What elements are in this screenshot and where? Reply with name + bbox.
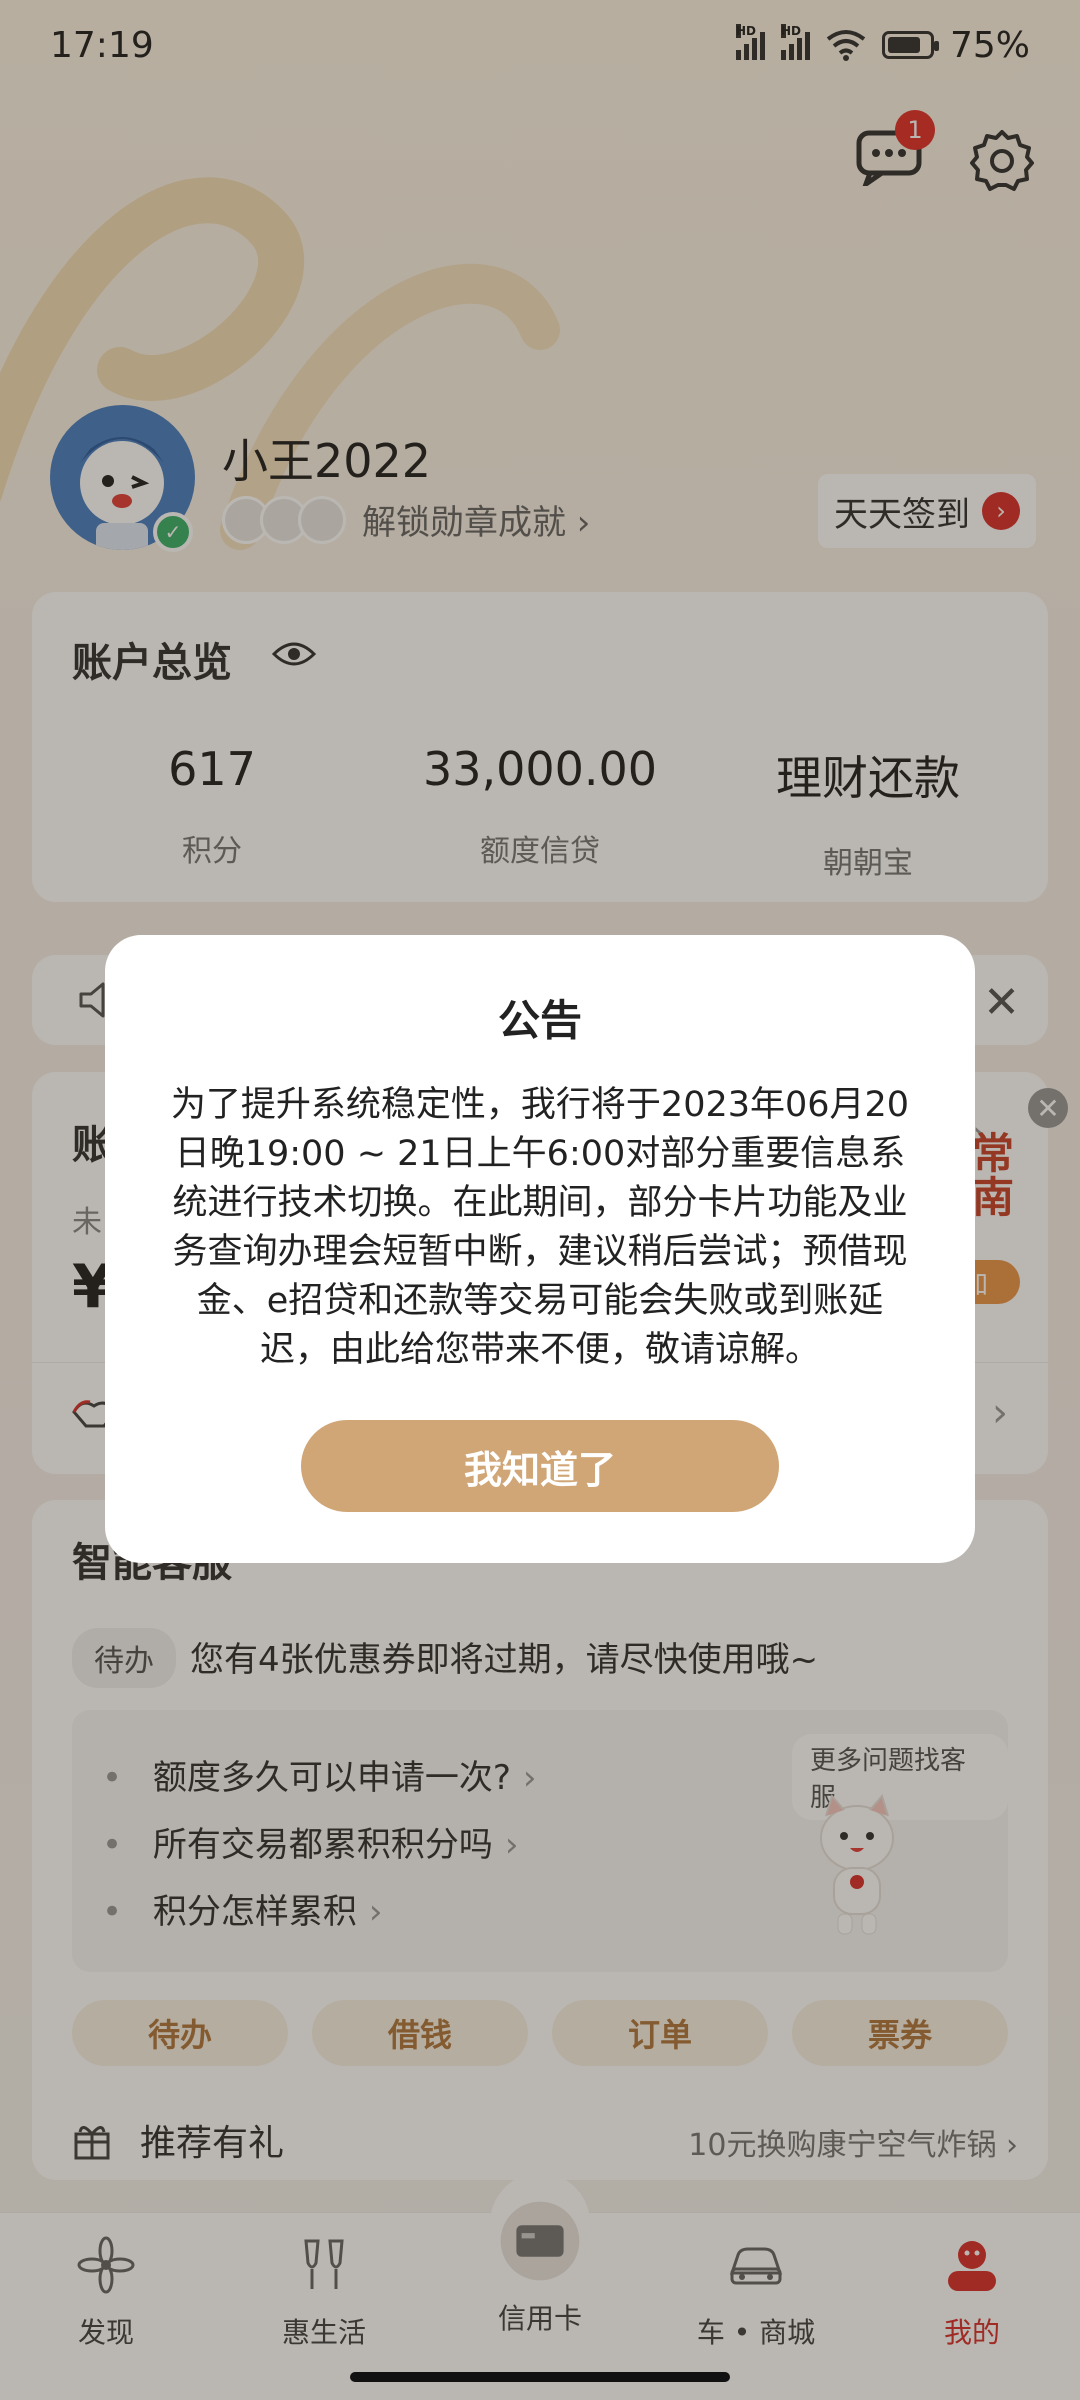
dialog-body: 为了提升系统稳定性，我行将于2023年06月20日晚19:00 ~ 21日上午6… — [170, 1085, 910, 1370]
home-indicator[interactable] — [350, 2372, 730, 2382]
acknowledge-button[interactable]: 我知道了 — [301, 1420, 779, 1512]
app-page: 17:19 HD HD 75% 1 ✓ 小王2022 解锁勋章成就 › 天天签到… — [0, 0, 1080, 2400]
dialog-title: 公告 — [497, 996, 582, 1045]
announcement-dialog: 公告 为了提升系统稳定性，我行将于2023年06月20日晚19:00 ~ 21日… — [105, 935, 975, 1563]
